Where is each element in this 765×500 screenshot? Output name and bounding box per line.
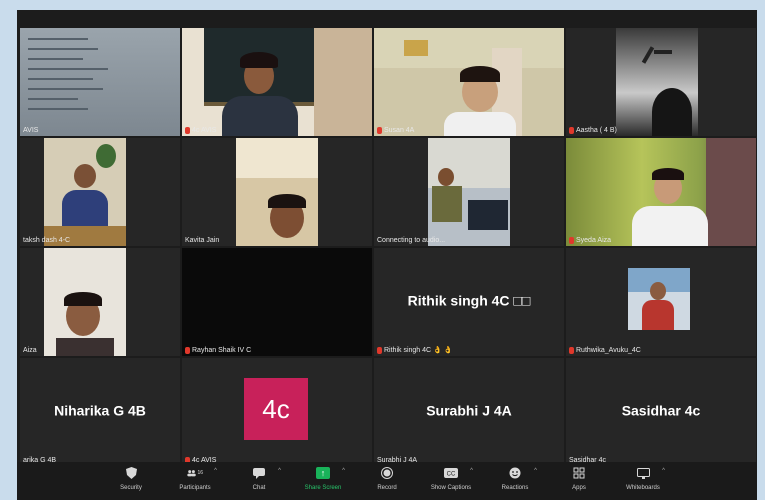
reactions-button[interactable]: ^ Reactions	[483, 465, 547, 491]
participant-video	[616, 28, 698, 136]
video-grid: AVIS 4c AVIS Susan 4A Aastha (4 B) taks…	[20, 28, 756, 466]
participant-video	[182, 248, 372, 356]
participant-tile[interactable]: Syeda Aiza	[566, 138, 756, 246]
chevron-up-icon[interactable]: ^	[278, 468, 281, 474]
chevron-up-icon[interactable]: ^	[214, 468, 217, 474]
mic-off-icon	[377, 127, 382, 134]
mic-off-icon	[185, 127, 190, 134]
participant-video	[428, 138, 510, 246]
participant-tile[interactable]: AVIS	[20, 28, 180, 136]
participant-name: Syeda Aiza	[569, 237, 611, 244]
participant-name: 4c AVIS	[185, 127, 216, 134]
participant-name: AVIS	[23, 127, 39, 134]
participant-tile[interactable]: Sasidhar 4c Sasidhar 4c	[566, 358, 756, 466]
share-arrow-icon: ↑	[316, 467, 330, 479]
participant-tile[interactable]: taksh dash 4-C	[20, 138, 180, 246]
smiley-icon	[507, 465, 523, 481]
whiteboards-button[interactable]: ^ Whiteboards	[611, 465, 675, 491]
captions-button[interactable]: CC ^ Show Captions	[419, 465, 483, 491]
record-icon	[379, 465, 395, 481]
participant-name: Aiza	[23, 347, 37, 354]
participant-avatar: 4c	[244, 378, 308, 440]
participant-tile[interactable]: Aiza	[20, 248, 180, 356]
participant-video	[182, 28, 372, 136]
participant-name: Connecting to audio...	[377, 237, 446, 244]
participant-tile[interactable]: Ruthwika_Avuku_4C	[566, 248, 756, 356]
participants-button[interactable]: 16 ^ Participants	[163, 465, 227, 491]
mic-off-icon	[569, 237, 574, 244]
meeting-window: AVIS 4c AVIS Susan 4A Aastha (4 B) taks…	[17, 10, 757, 500]
chevron-up-icon[interactable]: ^	[342, 468, 345, 474]
share-screen-button[interactable]: ↑ ^ Share Screen	[291, 465, 355, 491]
participant-display-name: Rithik singh 4C □□	[407, 292, 531, 309]
participant-display-name: Sasidhar 4c	[621, 402, 701, 419]
participant-name: Aastha ( 4 B)	[569, 127, 617, 134]
apps-button[interactable]: Apps	[547, 465, 611, 491]
chevron-up-icon[interactable]: ^	[534, 468, 537, 474]
participant-tile[interactable]: Niharika G 4B arika G 4B	[20, 358, 180, 466]
security-button[interactable]: Security	[99, 465, 163, 491]
chevron-up-icon[interactable]: ^	[662, 468, 665, 474]
participant-video	[44, 138, 126, 246]
participant-video	[628, 268, 690, 330]
participants-count: 16	[197, 470, 203, 476]
participant-name: taksh dash 4-C	[23, 237, 71, 244]
mic-off-icon	[185, 347, 190, 354]
meeting-toolbar: Security 16 ^ Participants ^ Chat ↑ ^ Sh…	[17, 462, 757, 500]
participant-tile[interactable]: 4c AVIS	[182, 28, 372, 136]
people-icon: 16	[187, 465, 203, 481]
participant-tile[interactable]: Connecting to audio...	[374, 138, 564, 246]
chat-bubble-icon	[251, 465, 267, 481]
participant-name: Kavita Jain	[185, 237, 220, 244]
chevron-up-icon[interactable]: ^	[470, 468, 473, 474]
mic-off-icon	[569, 347, 574, 354]
participant-video	[236, 138, 318, 246]
participant-name: Rithik singh 4C 👌 👌	[377, 346, 452, 354]
participant-tile[interactable]: Susan 4A	[374, 28, 564, 136]
participant-tile[interactable]: Rithik singh 4C □□ Rithik singh 4C 👌 👌	[374, 248, 564, 356]
whiteboard-icon	[635, 465, 651, 481]
participant-tile[interactable]: Aastha ( 4 B)	[566, 28, 756, 136]
participant-tile[interactable]: Surabhi J 4A Surabhi J 4A	[374, 358, 564, 466]
participant-name: Ruthwika_Avuku_4C	[569, 347, 641, 354]
record-button[interactable]: Record	[355, 465, 419, 491]
participant-name: Susan 4A	[377, 127, 414, 134]
shared-document	[20, 28, 180, 136]
participant-video	[44, 248, 126, 356]
participant-display-name: Surabhi J 4A	[426, 402, 512, 419]
shield-icon	[123, 465, 139, 481]
participant-display-name: Niharika G 4B	[54, 402, 146, 419]
participant-tile[interactable]: Rayhan Shaik IV C	[182, 248, 372, 356]
svg-text:CC: CC	[447, 472, 456, 478]
participant-video	[374, 28, 564, 136]
participant-tile[interactable]: Kavita Jain	[182, 138, 372, 246]
participant-video	[566, 138, 756, 246]
apps-icon	[571, 465, 587, 481]
mic-off-icon	[377, 346, 382, 354]
participant-name: Rayhan Shaik IV C	[185, 347, 251, 354]
cc-icon: CC	[443, 465, 459, 481]
mic-off-icon	[569, 127, 574, 134]
chat-button[interactable]: ^ Chat	[227, 465, 291, 491]
participant-tile[interactable]: 4c 4c AVIS	[182, 358, 372, 466]
